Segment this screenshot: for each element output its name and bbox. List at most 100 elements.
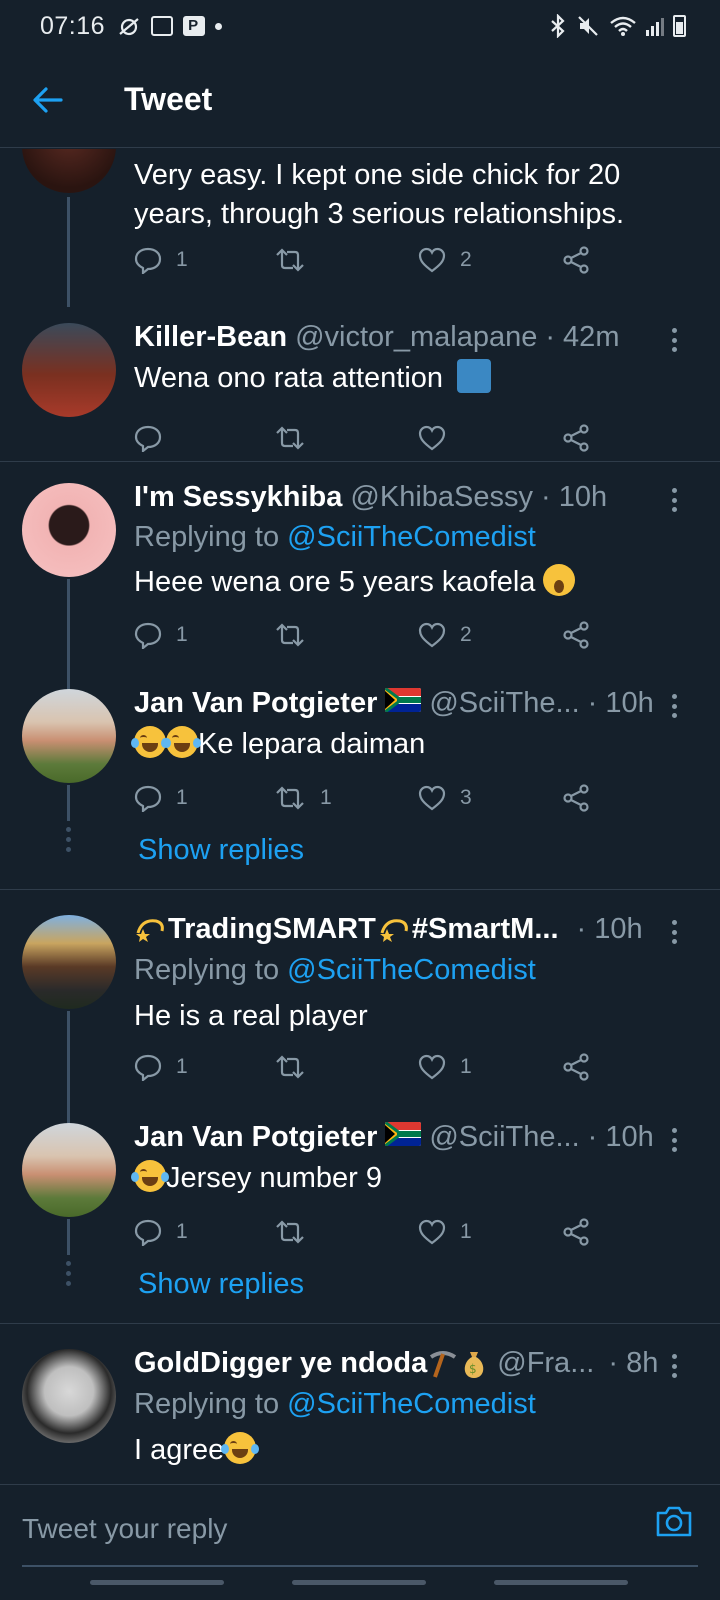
tweet-item[interactable]: I'm Sessykhiba @KhibaSessy · 10h Replyin… [0, 471, 720, 709]
tweet-actions: 1 2 [134, 619, 604, 651]
like-button[interactable]: 1 [418, 1051, 472, 1083]
display-name[interactable]: Killer-Bean [134, 321, 287, 354]
more-button[interactable] [664, 691, 684, 721]
share-icon [563, 424, 589, 452]
notification-dot-icon [215, 22, 223, 30]
display-name[interactable]: Jan Van Potgieter [134, 687, 377, 720]
retweet-button[interactable] [274, 422, 306, 454]
display-name[interactable]: GoldDigger ye ndoda [134, 1347, 427, 1380]
like-button[interactable]: 3 [418, 782, 472, 814]
share-button[interactable] [562, 619, 590, 651]
reply-underline [22, 1565, 698, 1567]
avatar[interactable] [22, 149, 116, 193]
more-button[interactable] [664, 1351, 684, 1381]
divider [0, 1323, 720, 1324]
retweet-button[interactable] [274, 619, 306, 651]
tweet-item[interactable]: TradingSMART #SmartM... · 10h Replying t… [0, 905, 720, 1131]
reply-button[interactable]: 1 [134, 619, 188, 651]
share-button[interactable] [562, 422, 590, 454]
share-button[interactable] [562, 1051, 590, 1083]
tweet-time: · 8h [608, 1347, 659, 1379]
avatar[interactable] [22, 1349, 116, 1443]
back-button[interactable] [20, 72, 76, 128]
avatar[interactable] [22, 483, 116, 577]
tweet-header: Killer-Bean @victor_malapane · 42m [134, 321, 660, 354]
screaming-face-emoji-icon [543, 564, 576, 596]
display-name[interactable]: Jan Van Potgieter [134, 1121, 377, 1154]
status-time: 07:16 [40, 11, 106, 40]
display-name[interactable]: I'm Sessykhiba [134, 481, 342, 514]
display-name[interactable]: TradingSMART [168, 913, 376, 946]
pick-emoji-icon [430, 1350, 457, 1378]
south-africa-flag-icon [385, 1122, 422, 1146]
retweet-icon [276, 1220, 304, 1244]
like-button[interactable]: 2 [418, 244, 472, 276]
signal-icon [646, 16, 664, 36]
like-button[interactable] [418, 422, 446, 454]
heart-icon [418, 247, 446, 273]
user-handle: @KhibaSessy [350, 481, 533, 513]
tweet-text: Heee wena ore 5 years kaofela [134, 566, 536, 598]
reply-button[interactable]: 1 [134, 782, 188, 814]
reply-count: 1 [176, 248, 188, 271]
recents-nav-button[interactable] [90, 1580, 224, 1585]
no-data-saver-icon [119, 18, 139, 36]
more-button[interactable] [664, 325, 684, 355]
retweet-button[interactable] [274, 1051, 306, 1083]
more-button[interactable] [664, 917, 684, 947]
like-button[interactable]: 2 [418, 619, 472, 651]
reply-input[interactable] [22, 1507, 622, 1551]
retweet-button[interactable] [274, 1216, 306, 1248]
back-nav-button[interactable] [494, 1580, 628, 1585]
tweet-item[interactable]: GoldDigger ye ndoda $ @Fra... · 8h Reply… [0, 1339, 720, 1483]
tweet-item[interactable]: Jan Van Potgieter @SciiThe... · 10h Ke l… [0, 679, 720, 879]
tweet-item[interactable]: Jan Van Potgieter @SciiThe... · 10h Jers… [0, 1113, 720, 1313]
reply-icon [134, 425, 162, 452]
show-replies-link[interactable]: Show replies [138, 1268, 304, 1301]
reply-icon [134, 1054, 162, 1081]
reply-button[interactable] [134, 422, 162, 454]
mute-icon [578, 16, 598, 36]
camera-button[interactable] [650, 1497, 698, 1545]
reply-button[interactable]: 1 [134, 244, 188, 276]
retweet-button[interactable] [274, 244, 320, 276]
battery-icon [673, 15, 686, 37]
mention-link[interactable]: @SciiTheComedist [287, 521, 536, 553]
retweet-icon [276, 248, 304, 272]
tweet-actions: 1 2 [134, 244, 604, 276]
mention-link[interactable]: @SciiTheComedist [287, 954, 536, 986]
camera-icon [656, 1506, 692, 1537]
tweet-text: I agree [134, 1434, 225, 1466]
reply-button[interactable]: 1 [134, 1216, 188, 1248]
replying-to: Replying to @SciiTheComedist [134, 521, 536, 553]
reply-icon [134, 622, 162, 649]
share-button[interactable] [562, 244, 590, 276]
arrow-left-icon [33, 86, 63, 113]
share-button[interactable] [562, 782, 590, 814]
show-replies-link[interactable]: Show replies [138, 834, 304, 867]
avatar[interactable] [22, 915, 116, 1009]
dizzy-emoji-icon [136, 918, 164, 942]
tweet-item[interactable]: Very easy. I kept one side chick for 20 … [0, 149, 720, 307]
share-icon [563, 621, 589, 649]
tweet-thread[interactable]: Very easy. I kept one side chick for 20 … [0, 149, 720, 1483]
avatar[interactable] [22, 1123, 116, 1217]
system-nav-bar [0, 1580, 720, 1586]
tears-of-joy-emoji-icon [221, 1432, 260, 1464]
avatar[interactable] [22, 689, 116, 783]
reply-button[interactable]: 1 [134, 1051, 188, 1083]
tweet-time: · 42m [545, 321, 620, 353]
retweet-button[interactable]: 1 [274, 782, 332, 814]
home-nav-button[interactable] [292, 1580, 426, 1585]
share-button[interactable] [562, 1216, 590, 1248]
reply-count: 1 [176, 1220, 188, 1243]
more-button[interactable] [664, 1125, 684, 1155]
more-button[interactable] [664, 485, 684, 515]
mention-link[interactable]: @SciiTheComedist [287, 1388, 536, 1420]
like-button[interactable]: 1 [418, 1216, 472, 1248]
retweet-icon [276, 1055, 304, 1079]
tweet-item[interactable]: Killer-Bean @victor_malapane · 42m Wena … [0, 309, 720, 459]
share-icon [563, 784, 589, 812]
avatar[interactable] [22, 323, 116, 417]
display-name-suffix[interactable]: #SmartM... [412, 913, 559, 946]
